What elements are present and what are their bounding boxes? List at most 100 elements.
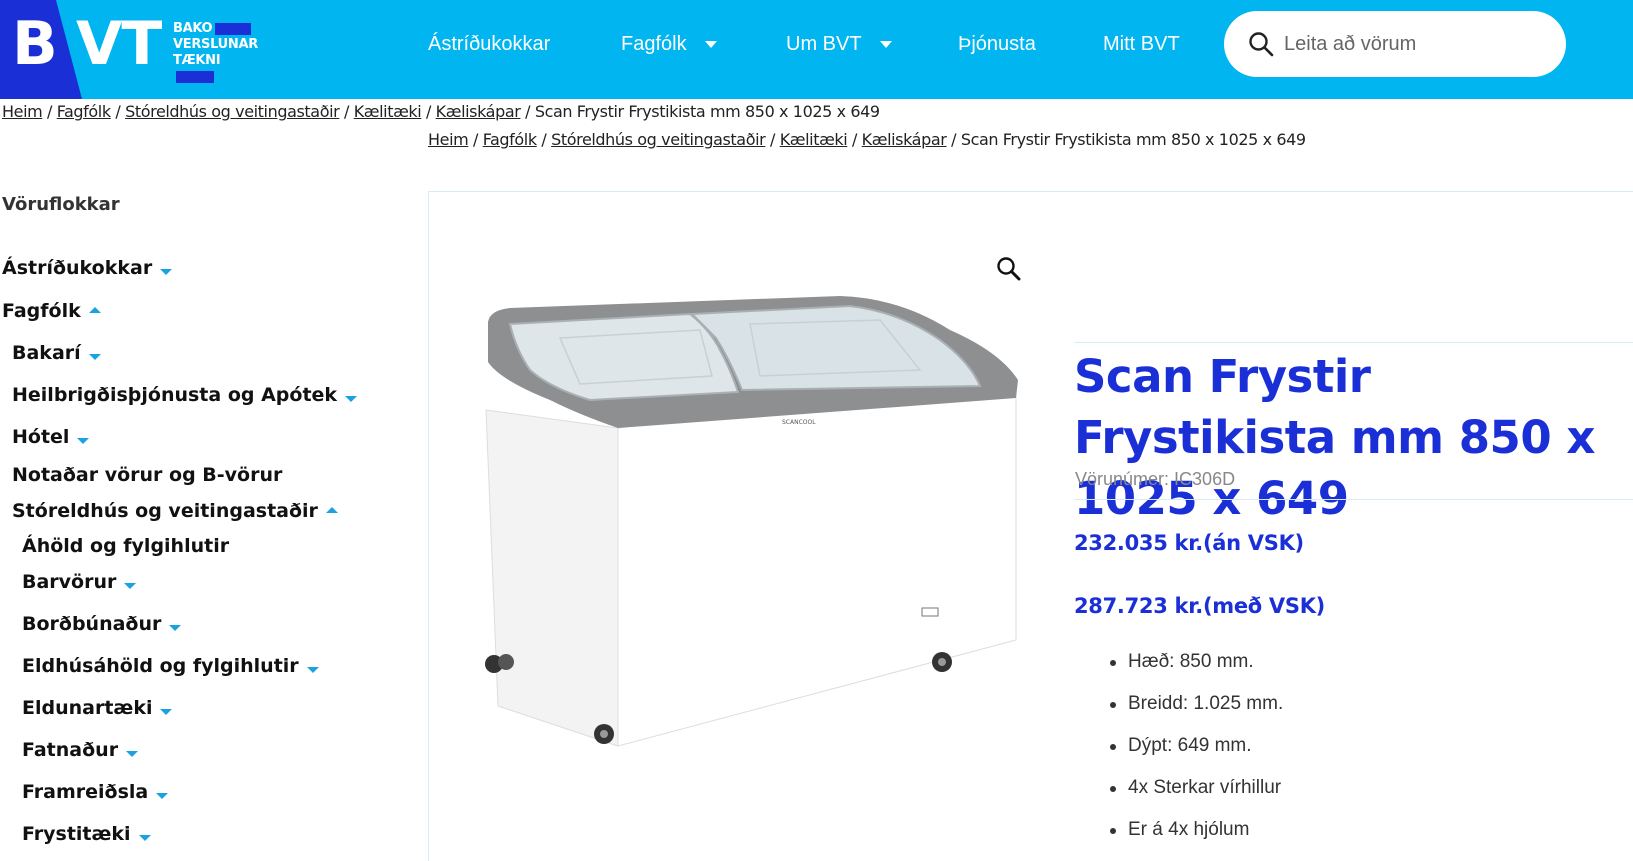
breadcrumb-separator: / bbox=[339, 102, 354, 121]
sidebar-item-notadar-vorur[interactable]: Notaðar vörur og B-vörur bbox=[12, 464, 282, 486]
breadcrumb-separator: / bbox=[847, 130, 862, 149]
chevron-down-icon[interactable] bbox=[88, 353, 101, 360]
breadcrumb-link-kaelitaeki[interactable]: Kælitæki bbox=[354, 102, 422, 121]
sidebar-item-fatnadur[interactable]: Fatnaður bbox=[22, 739, 139, 761]
spec-item: Hæð: 850 mm. bbox=[1109, 650, 1283, 692]
sidebar-item-label: Borðbúnaður bbox=[22, 613, 162, 635]
chevron-down-icon[interactable] bbox=[124, 582, 137, 589]
chevron-down-icon[interactable] bbox=[138, 834, 151, 841]
sidebar-item-label: Hótel bbox=[12, 426, 70, 448]
product-brand-label: SCANCOOL bbox=[782, 419, 816, 426]
zoom-icon[interactable] bbox=[996, 256, 1022, 282]
sidebar-item-bakari[interactable]: Bakarí bbox=[12, 342, 101, 364]
breadcrumb-link-fagfolk[interactable]: Fagfólk bbox=[483, 130, 537, 149]
breadcrumb-separator: / bbox=[42, 102, 57, 121]
sidebar-item-label: Barvörur bbox=[22, 571, 117, 593]
sidebar-item-fagfolk[interactable]: Fagfólk bbox=[2, 300, 101, 322]
product-specs-list: Hæð: 850 mm. Breidd: 1.025 mm. Dýpt: 649… bbox=[1109, 650, 1283, 860]
nav-label: Þjónusta bbox=[958, 33, 1036, 55]
breadcrumb-secondary: Heim / Fagfólk / Stóreldhús og veitingas… bbox=[428, 130, 1306, 149]
divider bbox=[1074, 499, 1633, 500]
logo-letter-b[interactable]: B bbox=[12, 14, 58, 74]
sidebar-item-label: Frystitæki bbox=[22, 823, 131, 845]
breadcrumb-separator: / bbox=[765, 130, 780, 149]
chevron-down-icon[interactable] bbox=[156, 792, 169, 799]
nav-item-astridukokkar[interactable]: Ástríðukokkar bbox=[428, 33, 550, 56]
nav-item-um-bvt[interactable]: Um BVT bbox=[786, 33, 892, 56]
breadcrumb-link-storeldhus[interactable]: Stóreldhús og veitingastaðir bbox=[551, 130, 766, 149]
sidebar-item-label: Heilbrigðisþjónusta og Apótek bbox=[12, 384, 338, 406]
chevron-down-icon[interactable] bbox=[126, 750, 139, 757]
spec-item: Dýpt: 649 mm. bbox=[1109, 734, 1283, 776]
nav-item-thjonusta[interactable]: Þjónusta bbox=[958, 33, 1036, 56]
nav-item-mitt-bvt[interactable]: Mitt BVT bbox=[1103, 33, 1180, 56]
sidebar-item-heilbrigdisthjonusta[interactable]: Heilbrigðisþjónusta og Apótek bbox=[12, 384, 358, 406]
breadcrumb-link-storeldhus[interactable]: Stóreldhús og veitingastaðir bbox=[125, 102, 340, 121]
search-box bbox=[1224, 11, 1566, 77]
price-ex-vat: 232.035 kr.(án VSK) bbox=[1074, 531, 1304, 555]
breadcrumb-current: Scan Frystir Frystikista mm 850 x 1025 x… bbox=[960, 130, 1306, 149]
product-sku: Vörunúmer: IC306D bbox=[1075, 469, 1236, 489]
product-title: Scan Frystir Frystikista mm 850 x 1025 x… bbox=[1074, 350, 1595, 525]
chevron-up-icon[interactable] bbox=[325, 506, 338, 513]
price-inc-vat: 287.723 kr.(með VSK) bbox=[1074, 594, 1325, 618]
chevron-down-icon[interactable] bbox=[306, 666, 319, 673]
sidebar-item-ahold[interactable]: Áhöld og fylgihlutir bbox=[22, 535, 229, 557]
chevron-down-icon[interactable] bbox=[160, 268, 173, 275]
sidebar-item-storeldhus[interactable]: Stóreldhús og veitingastaðir bbox=[12, 500, 338, 522]
breadcrumb-separator: / bbox=[946, 130, 961, 149]
sidebar-item-label: Áhöld og fylgihlutir bbox=[22, 535, 230, 557]
logo-bar bbox=[176, 70, 214, 83]
site-header: B VT BAKO VERSLUNAR TÆKNI Ástríðukokkar … bbox=[0, 0, 1633, 99]
breadcrumb-link-fagfolk[interactable]: Fagfólk bbox=[57, 102, 111, 121]
sidebar-item-label: Fatnaður bbox=[22, 739, 119, 761]
search-input[interactable] bbox=[1284, 29, 1544, 59]
nav-label: Um BVT bbox=[786, 33, 862, 55]
breadcrumb-separator: / bbox=[421, 102, 436, 121]
logo-sub-line-2: VERSLUNAR bbox=[173, 37, 258, 52]
sidebar-item-eldhusahold[interactable]: Eldhúsáhöld og fylgihlutir bbox=[22, 655, 319, 677]
breadcrumb: Heim / Fagfólk / Stóreldhús og veitingas… bbox=[2, 102, 880, 121]
chevron-down-icon[interactable] bbox=[169, 624, 182, 631]
sidebar-item-bordbunadur[interactable]: Borðbúnaður bbox=[22, 613, 182, 635]
divider bbox=[1074, 342, 1633, 343]
product-image-freezer[interactable]: SCANCOOL bbox=[480, 290, 1020, 780]
logo-sub-line-3: TÆKNI bbox=[173, 53, 221, 68]
sidebar-item-framreidsla[interactable]: Framreiðsla bbox=[22, 781, 169, 803]
spec-item: 4x Sterkar vírhillur bbox=[1109, 776, 1283, 818]
breadcrumb-separator: / bbox=[520, 102, 535, 121]
chevron-down-icon[interactable] bbox=[345, 395, 358, 402]
logo-sub-line-1: BAKO bbox=[173, 21, 213, 36]
sidebar-item-label: Bakarí bbox=[12, 342, 81, 364]
sidebar-item-label: Ástríðukokkar bbox=[2, 257, 153, 279]
logo-subtitle: BAKO VERSLUNAR TÆKNI bbox=[173, 21, 258, 85]
nav-label: Mitt BVT bbox=[1103, 33, 1180, 55]
logo-bar bbox=[215, 22, 252, 35]
breadcrumb-link-kaeliskapar[interactable]: Kæliskápar bbox=[862, 130, 947, 149]
sidebar-item-label: Fagfólk bbox=[2, 300, 81, 322]
chevron-down-icon[interactable] bbox=[77, 437, 90, 444]
sidebar-item-barvorur[interactable]: Barvörur bbox=[22, 571, 137, 593]
logo-letters-vt[interactable]: VT bbox=[76, 14, 162, 74]
breadcrumb-link-kaeliskapar[interactable]: Kæliskápar bbox=[436, 102, 521, 121]
chevron-down-icon bbox=[879, 41, 892, 48]
sidebar-item-eldunartaeki[interactable]: Eldunartæki bbox=[22, 697, 173, 719]
search-icon[interactable] bbox=[1248, 31, 1274, 57]
sidebar-item-hotel[interactable]: Hótel bbox=[12, 426, 90, 448]
breadcrumb-link-heim[interactable]: Heim bbox=[428, 130, 469, 149]
breadcrumb-link-kaelitaeki[interactable]: Kælitæki bbox=[780, 130, 848, 149]
sidebar-item-frystitaeki[interactable]: Frystitæki bbox=[22, 823, 151, 845]
breadcrumb-separator: / bbox=[110, 102, 126, 121]
sidebar-item-astridukokkar[interactable]: Ástríðukokkar bbox=[2, 257, 173, 279]
chevron-up-icon[interactable] bbox=[88, 306, 101, 313]
nav-item-fagfolk[interactable]: Fagfólk bbox=[621, 33, 717, 56]
sidebar-item-label: Stóreldhús og veitingastaðir bbox=[12, 500, 318, 522]
chevron-down-icon[interactable] bbox=[160, 708, 173, 715]
breadcrumb-separator: / bbox=[468, 130, 483, 149]
breadcrumb-separator: / bbox=[536, 130, 552, 149]
sidebar-item-label: Eldunartæki bbox=[22, 697, 153, 719]
nav-label: Ástríðukokkar bbox=[428, 33, 551, 55]
breadcrumb-link-heim[interactable]: Heim bbox=[2, 102, 43, 121]
spec-item: Er á 4x hjólum bbox=[1109, 818, 1283, 860]
sidebar-title: Vöruflokkar bbox=[2, 194, 120, 215]
